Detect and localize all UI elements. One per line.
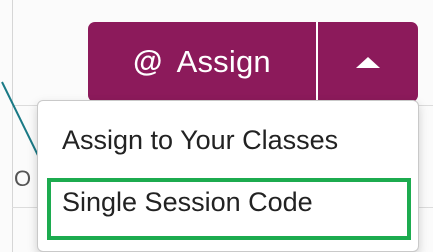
at-icon: @	[133, 45, 163, 78]
assign-button[interactable]: @ Assign	[88, 22, 316, 102]
assign-dropdown-menu: Assign to Your Classes Single Session Co…	[37, 100, 419, 252]
menu-item-label: Assign to Your Classes	[62, 125, 339, 155]
assign-button-label: Assign	[176, 44, 271, 79]
background-divider-vertical	[12, 0, 13, 252]
background-text-fragment: O	[14, 166, 32, 191]
menu-item-label: Single Session Code	[62, 187, 313, 217]
menu-item-assign-to-classes[interactable]: Assign to Your Classes	[38, 125, 418, 156]
assign-dropdown-toggle[interactable]	[318, 22, 418, 102]
caret-up-icon	[356, 56, 380, 68]
assign-button-group: @ Assign	[88, 22, 418, 102]
menu-item-single-session-code[interactable]: Single Session Code	[38, 187, 418, 218]
